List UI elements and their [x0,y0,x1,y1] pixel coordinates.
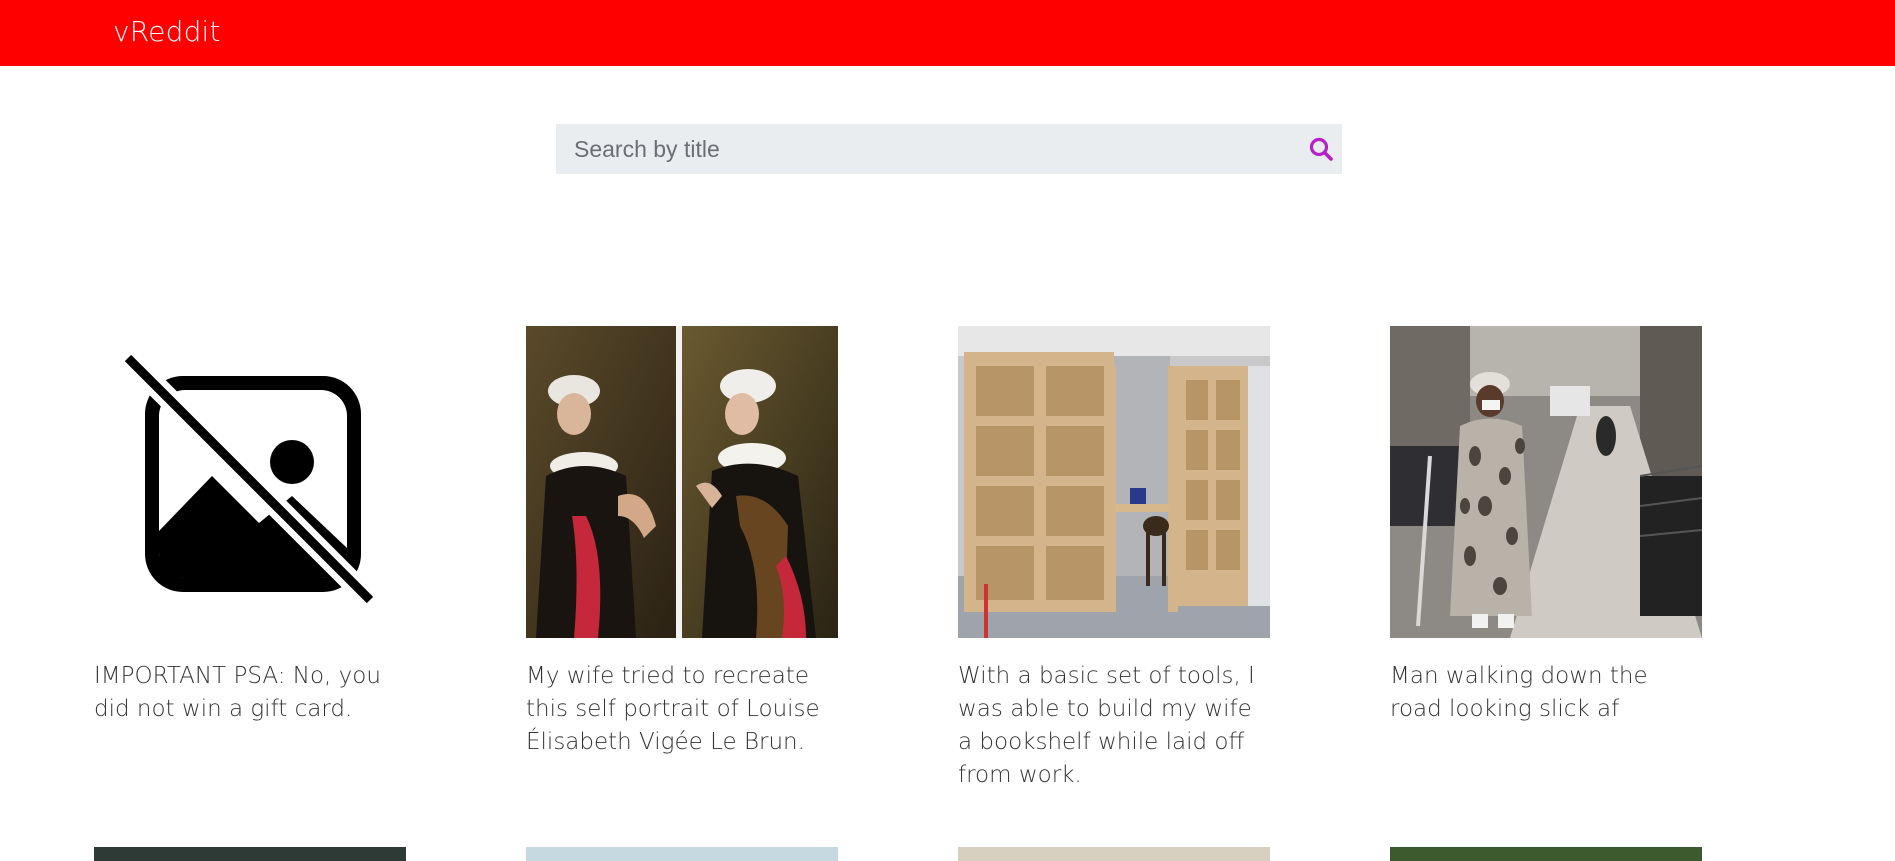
post-title[interactable]: IMPORTANT PSA: No, you did not win a gif… [94,660,406,726]
post-title[interactable]: My wife tried to recreate this self port… [526,660,838,759]
post-title[interactable]: With a basic set of tools, I was able to… [958,660,1270,792]
street-photo-image [1390,326,1702,638]
post-title[interactable]: Man walking down the road looking slick … [1390,660,1702,726]
bookshelf-image [958,326,1270,638]
post-thumbnail[interactable] [526,326,838,638]
search-icon[interactable] [1308,136,1334,162]
post-thumbnail[interactable] [94,326,406,638]
broken-image-icon [124,354,380,610]
post-thumbnail[interactable] [958,326,1270,638]
portrait-comparison-image [526,326,838,638]
post-thumbnail[interactable] [1390,326,1702,638]
brand-logo[interactable]: vReddit [113,12,221,52]
search-bar [556,124,1342,174]
search-input[interactable] [556,124,1296,174]
top-navbar: vReddit [0,0,1895,66]
